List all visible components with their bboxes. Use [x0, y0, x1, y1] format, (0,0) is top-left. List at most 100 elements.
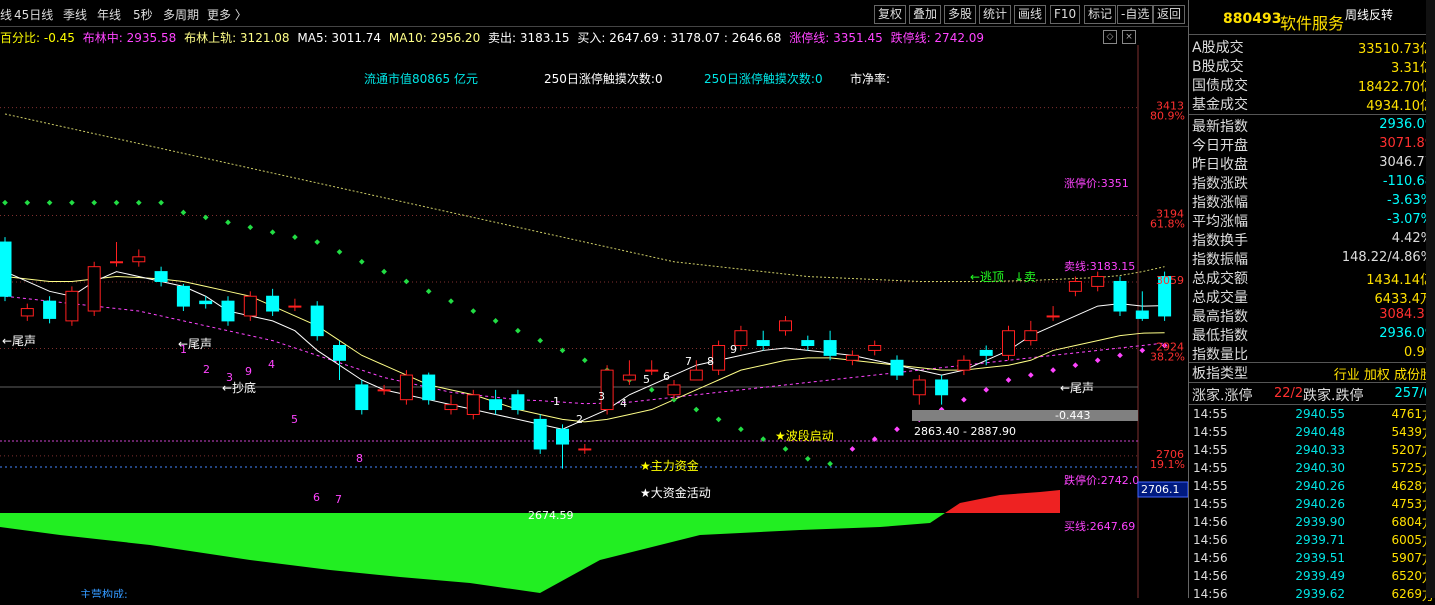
- candle-body: [176, 285, 190, 307]
- count-label: 2: [576, 413, 583, 426]
- candle-body: [43, 300, 57, 319]
- candle-body: [489, 399, 503, 411]
- index-row: 平均涨幅 -3.07%: [1189, 211, 1435, 230]
- index-label: 最高指数: [1192, 309, 1248, 325]
- multi-stock-button[interactable]: 多股: [944, 5, 977, 24]
- index-value: 3071.89: [1379, 136, 1433, 151]
- signal-dot: [314, 239, 321, 245]
- count-label: 8: [707, 355, 714, 368]
- signal-dot: [1005, 377, 1012, 383]
- signal-dot: [1117, 352, 1123, 359]
- stat-value: 33510.73亿: [1357, 42, 1433, 57]
- signal-dot: [470, 308, 477, 314]
- tick-volume: 5725: [1391, 461, 1422, 475]
- mark-button[interactable]: 标记: [1084, 5, 1117, 24]
- f10-button[interactable]: F10: [1050, 5, 1081, 24]
- back-button[interactable]: 返回: [1153, 5, 1186, 24]
- candle-body: [957, 359, 971, 371]
- zt-price-label: 涨停价:3351: [1064, 176, 1129, 190]
- signal-dot: [24, 199, 31, 206]
- taoding-label: ←逃顶: [970, 270, 1004, 284]
- index-code: 880493: [1223, 11, 1282, 27]
- tick-price: 2939.62: [1295, 587, 1345, 601]
- count-label: 5: [643, 373, 650, 386]
- tick-row: 14:552940.264628万: [1189, 479, 1435, 497]
- range-label: 2863.40 - 2887.90: [914, 425, 1016, 438]
- signal-dot: [983, 387, 990, 393]
- index-value: 1434.14亿: [1366, 273, 1433, 288]
- signal-dot: [1027, 372, 1034, 378]
- tab-5sec[interactable]: 5秒: [133, 6, 153, 23]
- tick-time: 14:55: [1193, 479, 1228, 493]
- signal-dot: [448, 298, 454, 304]
- draw-button[interactable]: 画线: [1014, 5, 1047, 24]
- tick-time: 14:55: [1193, 407, 1228, 421]
- signal-dot: [1050, 367, 1056, 373]
- stat-label: B股成交: [1192, 59, 1244, 75]
- candle-body: [868, 345, 882, 351]
- signal-dot: [158, 199, 164, 206]
- stat-row: 国债成交 18422.70亿: [1189, 75, 1435, 95]
- boduan-label: ★波段启动: [775, 428, 834, 443]
- sell-value: 卖出: 3183.15: [488, 31, 570, 45]
- index-name: 软件服务: [1280, 14, 1345, 33]
- candle-body: [511, 394, 525, 411]
- adjust-button[interactable]: 复权: [874, 5, 907, 24]
- tab-multi-period[interactable]: 多周期: [163, 6, 199, 23]
- limit-up-value: 涨停线: 3351.45: [789, 31, 883, 45]
- signal-dot: [91, 199, 98, 206]
- watchlist-button[interactable]: -自选: [1117, 5, 1154, 24]
- signal-dot: [135, 199, 142, 206]
- signal-dot: [537, 337, 544, 344]
- tab-more[interactable]: 更多 〉: [207, 6, 247, 23]
- tick-price: 2940.48: [1295, 425, 1345, 439]
- candle-body: [756, 340, 770, 347]
- signal-dot: [2, 199, 8, 206]
- stat-row: B股成交 3.31亿: [1189, 56, 1435, 76]
- kline-chart[interactable]: 341380.9%319461.8%3059292438.2%270619.1%…: [0, 45, 1188, 598]
- boll-upper-value: 布林上轨: 3121.08: [184, 31, 290, 45]
- tab-year[interactable]: 年线: [97, 6, 121, 23]
- candle-body: [65, 290, 79, 322]
- candle-body: [355, 384, 369, 411]
- index-row: 指数涨跌 -110.68: [1189, 173, 1435, 192]
- signal-dot: [202, 214, 209, 221]
- tab-45day[interactable]: 45日线: [14, 6, 53, 23]
- tick-time: 14:56: [1193, 533, 1228, 547]
- index-label: 平均涨幅: [1192, 214, 1248, 230]
- tick-volume: 6005: [1391, 533, 1422, 547]
- stats-button[interactable]: 统计: [979, 5, 1012, 24]
- index-row: 指数换手 4.42%: [1189, 230, 1435, 249]
- overlay-button[interactable]: 叠加: [909, 5, 942, 24]
- tab-line[interactable]: 线: [0, 6, 12, 23]
- indicator-area: [0, 490, 1060, 593]
- tick-scrollbar[interactable]: [1426, 0, 1435, 598]
- tick-price: 2940.33: [1295, 443, 1345, 457]
- zhuli-label: ★主力资金: [640, 458, 699, 473]
- index-value: 6433.4万: [1374, 292, 1434, 307]
- candle-body: [801, 340, 815, 347]
- count-label: 3: [226, 371, 233, 384]
- signal-dot: [358, 258, 365, 265]
- candle-body: [645, 369, 659, 372]
- candle-body: [310, 305, 324, 337]
- candle-body: [221, 300, 235, 322]
- up-count-value: 22/2: [1274, 386, 1304, 401]
- candle-body: [399, 374, 413, 401]
- stat-row: A股成交 33510.73亿: [1189, 37, 1435, 57]
- tab-quarter[interactable]: 季线: [63, 6, 87, 23]
- candle-body: [266, 295, 280, 312]
- tick-volume: 4753: [1391, 497, 1422, 511]
- settings-icon[interactable]: ◇: [1103, 30, 1117, 44]
- tick-price: 2940.30: [1295, 461, 1345, 475]
- tick-time: 14:56: [1193, 587, 1228, 601]
- count-label: 1: [180, 343, 187, 356]
- board-type-label: 板指类型: [1192, 366, 1248, 382]
- tick-price: 2940.26: [1295, 479, 1345, 493]
- candle-body: [333, 345, 346, 361]
- candle-body: [422, 374, 436, 401]
- close-icon[interactable]: ×: [1122, 30, 1136, 44]
- count-label: 4: [268, 358, 275, 371]
- candle-body: [0, 241, 12, 297]
- count-label: 6: [663, 370, 670, 383]
